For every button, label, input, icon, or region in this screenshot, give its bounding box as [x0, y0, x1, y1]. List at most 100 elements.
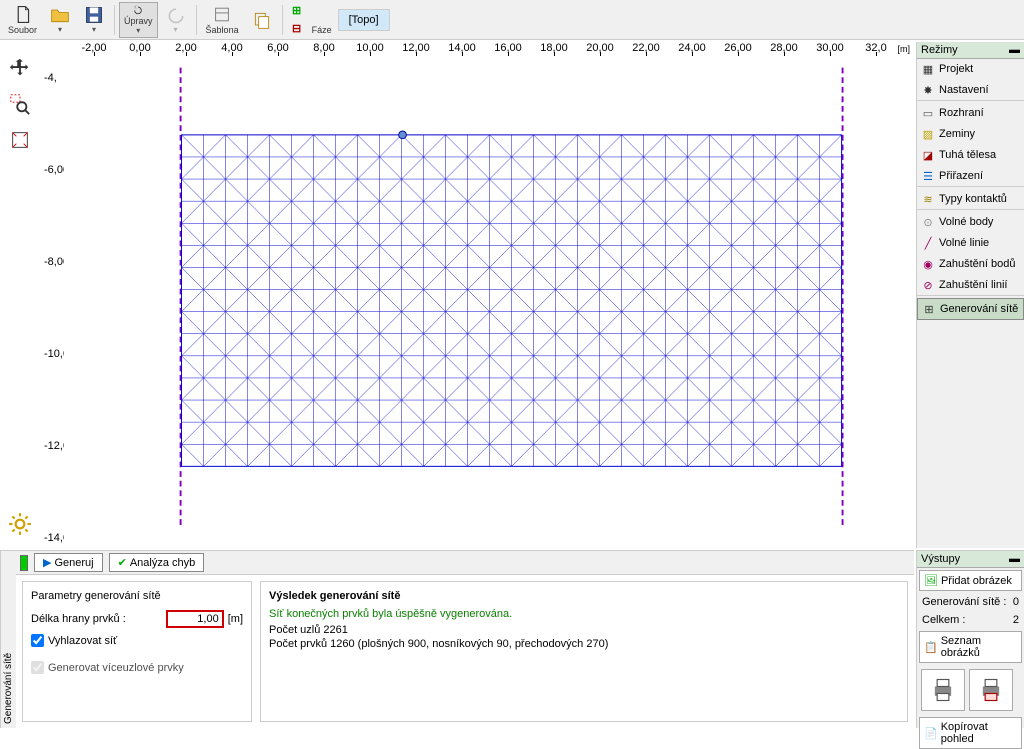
- mode-item-2[interactable]: ▭Rozhraní: [917, 103, 1024, 124]
- add-phase-button[interactable]: ⊞: [287, 2, 307, 20]
- bottom-panel: Generování sítě ▶Generuj ✔Analýza chyb P…: [0, 550, 914, 728]
- mode-icon: ▭: [921, 106, 935, 120]
- result-elems: Počet prvků 1260 (plošných 900, nosníkov…: [269, 638, 899, 650]
- redo-icon: [166, 5, 186, 25]
- total-count-row: Celkem : 2: [917, 611, 1024, 629]
- file-new-button[interactable]: Soubor: [3, 2, 42, 38]
- canvas[interactable]: [64, 58, 914, 548]
- template-button[interactable]: Šablona: [201, 2, 244, 38]
- add-picture-icon: 🖼: [924, 574, 938, 587]
- mode-item-7[interactable]: ⊙ Volné body: [917, 212, 1024, 233]
- folder-open-icon: [50, 5, 70, 25]
- mode-item-10[interactable]: ⊘ Zahuštění linií: [917, 275, 1024, 296]
- file-save-button[interactable]: [78, 2, 110, 38]
- result-group: Výsledek generování sítě Síť konečných p…: [260, 581, 908, 722]
- mesh-display: [64, 58, 914, 548]
- top-toolbar: Soubor Úpravy Šablona ⊞ ⊟ Fáze [Topo]: [0, 0, 1024, 40]
- mode-label: Zeminy: [939, 128, 975, 140]
- phase-label: Fáze: [312, 25, 332, 35]
- topo-button[interactable]: [Topo]: [338, 9, 390, 31]
- zoom-icon: [9, 93, 31, 115]
- mode-label: Tuhá tělesa: [939, 149, 996, 161]
- minimize-icon[interactable]: ▬: [1009, 44, 1020, 56]
- mode-icon: ◉: [921, 257, 935, 271]
- add-picture-button[interactable]: 🖼 Přidat obrázek: [919, 570, 1022, 591]
- mode-item-11[interactable]: ⊞ Generování sítě: [917, 298, 1024, 320]
- multinode-checkbox: [31, 661, 44, 674]
- mode-label: Typy kontaktů: [939, 193, 1007, 205]
- save-icon: [84, 5, 104, 25]
- undo-button[interactable]: Úpravy: [119, 2, 158, 38]
- remove-phase-button[interactable]: ⊟: [287, 20, 307, 38]
- edge-length-input[interactable]: [166, 610, 224, 628]
- mode-icon: ▨: [921, 127, 935, 141]
- printer-icon: [929, 676, 957, 704]
- smooth-checkbox[interactable]: [31, 634, 44, 647]
- fit-tool[interactable]: [4, 124, 36, 156]
- mode-item-5[interactable]: ☰ Přiřazení: [917, 166, 1024, 187]
- copy-view-button[interactable]: 📄 Kopírovat pohled: [919, 717, 1022, 749]
- mode-item-3[interactable]: ▨ Zeminy: [917, 124, 1024, 145]
- canvas-area: [m] -2,000,002,004,006,008,0010,0012,001…: [42, 42, 914, 548]
- zoom-tool[interactable]: [4, 88, 36, 120]
- list-pictures-button[interactable]: 📋 Seznam obrázků: [919, 631, 1022, 663]
- mode-label: Volné linie: [939, 237, 989, 249]
- edit-label: Úpravy: [124, 16, 153, 26]
- print-color-button[interactable]: [969, 669, 1013, 711]
- plus-icon: ⊞: [292, 4, 301, 17]
- mode-item-8[interactable]: ╱Volné linie: [917, 233, 1024, 254]
- redo-button[interactable]: [160, 2, 192, 38]
- print-button[interactable]: [921, 669, 965, 711]
- outputs-header: Výstupy ▬: [917, 551, 1024, 568]
- mode-label: Zahuštění bodů: [939, 258, 1015, 270]
- undo-icon: [128, 5, 148, 15]
- move-icon: [9, 57, 31, 79]
- file-label: Soubor: [8, 25, 37, 35]
- printer-color-icon: [977, 676, 1005, 704]
- params-title: Parametry generování sítě: [31, 590, 243, 602]
- mode-label: Projekt: [939, 63, 973, 75]
- mode-label: Generování sítě: [940, 303, 1018, 315]
- mode-label: Nastavení: [939, 84, 989, 96]
- copy-view-icon: 📄: [924, 727, 938, 740]
- mode-item-1[interactable]: ✸ Nastavení: [917, 80, 1024, 101]
- file-open-button[interactable]: [44, 2, 76, 38]
- modes-header: Režimy ▬: [917, 42, 1024, 59]
- mode-icon: ⊘: [921, 278, 935, 292]
- mode-icon: ☰: [921, 169, 935, 183]
- mode-icon: ✸: [921, 83, 935, 97]
- tab-errors[interactable]: ✔Analýza chyb: [109, 553, 205, 572]
- result-nodes: Počet uzlů 2261: [269, 624, 899, 636]
- settings-tool[interactable]: [4, 508, 36, 540]
- mode-icon: ⊙: [921, 215, 935, 229]
- mode-icon: ⊞: [922, 302, 936, 316]
- play-icon: ▶: [43, 556, 51, 569]
- mode-label: Volné body: [939, 216, 993, 228]
- copy-icon: [252, 10, 272, 30]
- template-label: Šablona: [206, 25, 239, 35]
- template-icon: [212, 5, 232, 24]
- mode-item-4[interactable]: ◪ Tuhá tělesa: [917, 145, 1024, 166]
- tab-generate[interactable]: ▶Generuj: [34, 553, 103, 572]
- mode-item-6[interactable]: ≋ Typy kontaktů: [917, 189, 1024, 210]
- mode-item-9[interactable]: ◉ Zahuštění bodů: [917, 254, 1024, 275]
- indicator-icon: [20, 555, 28, 571]
- mode-item-0[interactable]: ▦Projekt: [917, 59, 1024, 80]
- move-tool[interactable]: [4, 52, 36, 84]
- bottom-tabs: ▶Generuj ✔Analýza chyb: [16, 551, 914, 575]
- mode-label: Zahuštění linií: [939, 279, 1007, 291]
- params-group: Parametry generování sítě Délka hrany pr…: [22, 581, 252, 722]
- outputs-panel: Výstupy ▬ 🖼 Přidat obrázek Generování sí…: [916, 550, 1024, 728]
- copy-button[interactable]: [246, 2, 278, 38]
- result-success: Síť konečných prvků byla úspěšně vygener…: [269, 608, 899, 620]
- multinode-label: Generovat víceuzlové prvky: [48, 662, 184, 674]
- mode-icon: ≋: [921, 192, 935, 206]
- result-title: Výsledek generování sítě: [269, 590, 899, 602]
- smooth-label: Vyhlazovat síť: [48, 635, 117, 647]
- check-icon: ✔: [118, 556, 127, 569]
- minimize-icon[interactable]: ▬: [1009, 553, 1020, 565]
- ruler-horizontal: -2,000,002,004,006,008,0010,0012,0014,00…: [64, 42, 914, 58]
- mode-icon: ◪: [921, 148, 935, 162]
- minus-icon: ⊟: [292, 22, 301, 35]
- mode-label: Přiřazení: [939, 170, 983, 182]
